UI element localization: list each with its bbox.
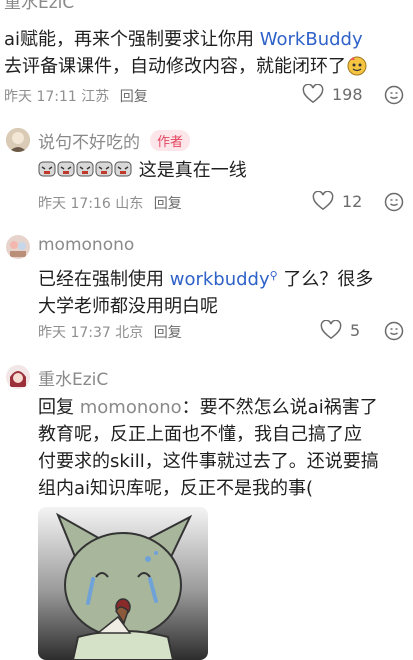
comment-time: 昨天 17:37 (38, 325, 111, 341)
comment-text: 回复 momonono：要不然怎么说ai祸害了 教育呢，反正上面也不懂，我自己搞… (38, 394, 410, 502)
avatar[interactable] (6, 365, 30, 389)
comment-text-line: 这是真在一线 (138, 160, 247, 181)
comment-text: ai赋能，再来个强制要求让你用 WorkBuddy 去评备课课件，自动修改内容，… (4, 26, 409, 80)
comment-author[interactable]: 重水EziC (38, 365, 108, 390)
comment-author-row: 说句不好吃的 作者 (38, 128, 191, 153)
reply-to-user[interactable]: momonono (80, 397, 182, 418)
comment-location: 江苏 (81, 89, 110, 105)
comment-text-line: ：要不然怎么说ai祸害了 (181, 397, 378, 418)
reply-button[interactable]: 回复 (120, 89, 148, 105)
comment-text-line: 大学老师都没用明白呢 (38, 296, 218, 317)
heart-icon (320, 320, 342, 340)
comment-text: 已经在强制使用 workbuddy⚲ 了么？很多 大学老师都没用明白呢 (38, 262, 408, 320)
emoji-sticker-icon (346, 54, 368, 76)
workbuddy-link[interactable]: workbuddy (170, 269, 270, 290)
like-button[interactable]: 198 (302, 84, 363, 104)
smiley-react-icon[interactable] (384, 321, 404, 341)
heart-icon (302, 84, 324, 104)
comment-meta: 昨天 17:37 北京 回复 (38, 322, 182, 342)
heart-icon (312, 191, 334, 211)
emoji-sticker-icon (38, 160, 139, 181)
crying-cat-sticker-icon (55, 512, 193, 660)
avatar[interactable] (6, 235, 30, 259)
reply-button[interactable]: 回复 (154, 196, 182, 212)
comment-author[interactable]: 重水EziC (4, 0, 74, 13)
comment-text-line: 去评备课课件，自动修改内容，就能闭环了 (4, 56, 346, 77)
like-button[interactable]: 5 (320, 320, 360, 340)
comment-text-line: 了么？很多 (277, 269, 374, 290)
like-count: 5 (350, 320, 361, 340)
like-button[interactable]: 12 (312, 191, 362, 211)
comment-location: 北京 (115, 325, 144, 341)
comment-author[interactable]: 说句不好吃的 (38, 133, 140, 153)
reply-prefix: 回复 (38, 397, 74, 418)
comment-text-line: 付要求的skill，这件事就过去了。还说要搞 (38, 451, 379, 472)
comment-meta: 昨天 17:11 江苏 回复 (4, 86, 148, 106)
search-icon[interactable]: ⚲ (270, 269, 278, 282)
like-count: 198 (332, 84, 363, 104)
workbuddy-link[interactable]: WorkBuddy (260, 29, 363, 50)
attached-sticker-image[interactable] (38, 507, 208, 660)
comment-time: 昨天 17:16 (38, 196, 111, 212)
comment-text: 这是真在一线 (38, 157, 247, 184)
smiley-react-icon[interactable] (384, 85, 404, 105)
reply-button[interactable]: 回复 (154, 325, 182, 341)
avatar[interactable] (6, 128, 30, 152)
like-count: 12 (342, 191, 363, 211)
comment-time: 昨天 17:11 (4, 89, 77, 105)
comment-text-line: 组内ai知识库呢，反正不是我的事( (38, 478, 314, 499)
author-badge: 作者 (150, 130, 191, 151)
comment-author[interactable]: momonono (38, 235, 134, 255)
smiley-react-icon[interactable] (384, 192, 404, 212)
comment-text-line: 教育呢，反正上面也不懂，我自己搞了应 (38, 424, 362, 445)
comment-text-line: 已经在强制使用 (38, 269, 170, 290)
comment-meta: 昨天 17:16 山东 回复 (38, 193, 182, 213)
comment-text-line: ai赋能，再来个强制要求让你用 (4, 29, 260, 50)
comment-location: 山东 (115, 196, 144, 212)
